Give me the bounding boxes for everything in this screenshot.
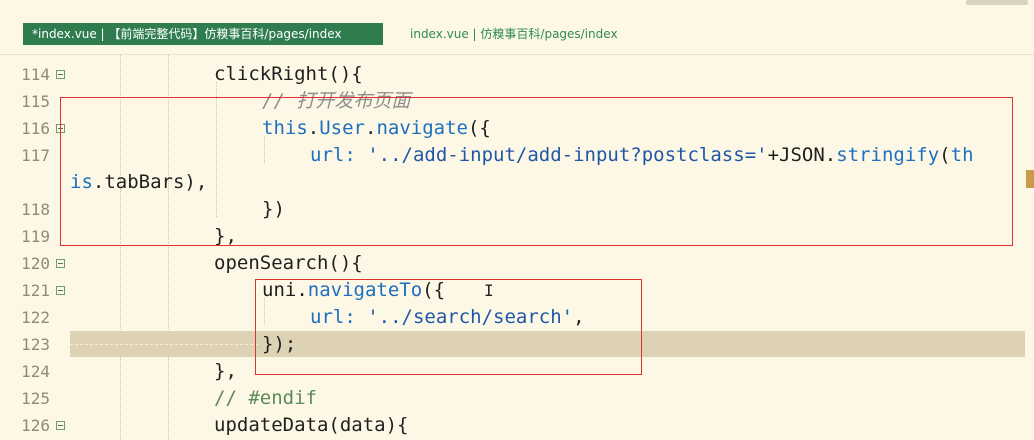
code-line: 120 openSearch(){ — [0, 250, 1034, 277]
line-number: 115 — [21, 92, 50, 111]
code-line: 126 updateData(data){ — [0, 412, 1034, 439]
code-line: 114 clickRight(){ — [0, 61, 1034, 88]
line-number: 118 — [21, 200, 50, 219]
annotation-box — [60, 97, 1013, 246]
editor-tab-bar: *index.vue | 【前端完整代码】仿糗事百科/pages/index i… — [0, 14, 1034, 55]
tab-index-vue[interactable]: index.vue | 仿糗事百科/pages/index — [410, 23, 618, 45]
code-line: 125 // #endif — [0, 385, 1034, 412]
line-number: 116 — [21, 119, 50, 138]
line-number: 114 — [21, 65, 50, 84]
line-number: 121 — [21, 281, 50, 300]
code-text: openSearch(){ — [214, 252, 363, 274]
line-number: 123 — [21, 335, 50, 354]
fold-toggle-icon[interactable] — [56, 286, 65, 295]
text-cursor-icon: I — [484, 281, 494, 300]
line-number: 119 — [21, 227, 50, 246]
line-number: 126 — [21, 416, 50, 435]
line-number: 120 — [21, 254, 50, 273]
fold-toggle-icon[interactable] — [56, 70, 65, 79]
code-text: updateData(data){ — [214, 414, 409, 436]
horizontal-scrollbar-thumb[interactable] — [966, 0, 1028, 5]
fold-toggle-icon[interactable] — [56, 421, 65, 430]
line-number: 117 — [21, 146, 50, 165]
code-comment: // #endif — [214, 387, 317, 409]
tab-index-vue-active[interactable]: *index.vue | 【前端完整代码】仿糗事百科/pages/index — [23, 23, 383, 45]
window-top-strip — [0, 0, 1034, 14]
scrollbar-marker[interactable] — [1026, 170, 1034, 188]
line-number: 125 — [21, 389, 50, 408]
code-text: }, — [214, 360, 237, 382]
line-number: 124 — [21, 362, 50, 381]
line-number: 122 — [21, 308, 50, 327]
code-text: clickRight(){ — [214, 63, 363, 85]
code-editor[interactable]: 114 clickRight(){ 115 // 打开发布页面 116 this… — [0, 55, 1034, 440]
fold-toggle-icon[interactable] — [56, 259, 65, 268]
annotation-box — [255, 279, 642, 375]
